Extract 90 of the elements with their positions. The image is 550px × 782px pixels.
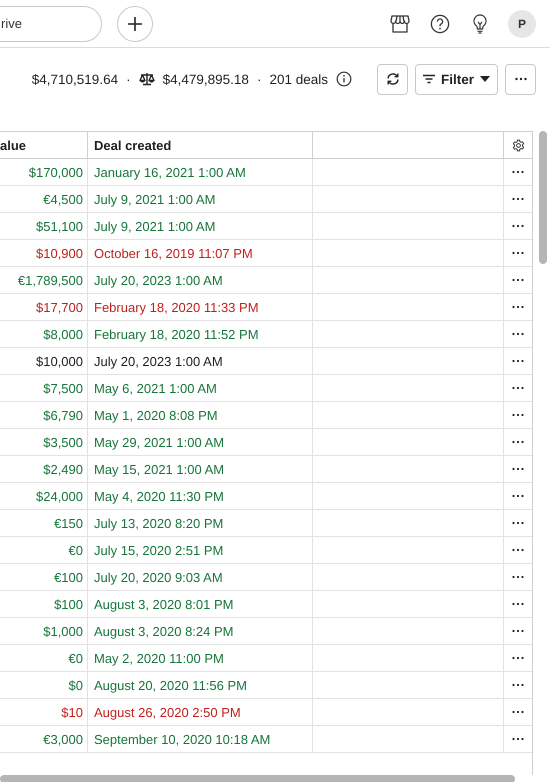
table-cell: July 20, 2020 9:03 AM [88,564,313,590]
table-cell: August 20, 2020 11:56 PM [88,672,313,698]
more-icon [512,575,524,579]
sync-icon [386,72,400,86]
table-cell: $0 [0,672,88,698]
table-cell: $7,500 [0,375,88,401]
table-cell: $1,000 [0,618,88,644]
table-cell: $8,000 [0,321,88,347]
more-icon [512,440,524,444]
table-cell: $6,790 [0,402,88,428]
weighted-value: $4,479,895.18 [162,72,249,86]
more-icon [512,710,524,714]
table-cell: July 20, 2023 1:00 AM [88,267,313,293]
filter-icon [422,74,435,84]
storefront-icon [390,14,410,32]
help-icon [430,14,450,34]
table-cell: $24,000 [0,483,88,509]
horizontal-scrollbar[interactable] [0,775,515,782]
balance-scale-icon [138,72,155,86]
more-icon [512,521,524,525]
table-cell: $10 [0,699,88,725]
table-cell: July 15, 2020 2:51 PM [88,537,313,563]
more-icon [512,332,524,336]
table-cell: €0 [0,645,88,671]
table-cell: €150 [0,510,88,536]
column-header[interactable]: Deal created [88,132,313,158]
more-icon [512,251,524,255]
more-icon [512,629,524,633]
table-cell: July 20, 2023 1:00 AM [88,348,313,374]
table-cell: €1,789,500 [0,267,88,293]
more-icon [512,467,524,471]
table-cell: $10,900 [0,240,88,266]
caret-icon [480,76,490,82]
table-cell: $2,490 [0,456,88,482]
more-icon [512,305,524,309]
table-cell: January 16, 2021 1:00 AM [88,159,313,185]
more-icon [512,224,524,228]
more-icon [512,278,524,282]
table-cell: $100 [0,591,88,617]
more-icon [512,386,524,390]
summary-value: $4,710,519.64 [32,72,118,86]
table-cell: May 4, 2020 11:30 PM [88,483,313,509]
more-icon [512,359,524,363]
plus-icon [126,14,144,32]
summary-value: 201 deals [269,72,328,86]
more-icon [512,656,524,660]
sync-button[interactable] [377,64,408,94]
more-icon [512,170,524,174]
separator-dot: · [256,72,262,86]
table-cell: August 3, 2020 8:01 PM [88,591,313,617]
more-icon [512,548,524,552]
info-icon[interactable] [336,71,352,87]
more-icon [512,602,524,606]
lightbulb-icon [472,14,488,34]
table-cell: February 18, 2020 11:52 PM [88,321,313,347]
more-icon [512,494,524,498]
more-icon [512,413,524,417]
table-cell: May 1, 2020 8:08 PM [88,402,313,428]
table-cell: July 9, 2021 1:00 AM [88,186,313,212]
more-icon [512,683,524,687]
add-button[interactable] [117,6,153,42]
more-icon [512,197,524,201]
table-cell: July 13, 2020 8:20 PM [88,510,313,536]
table-cell: May 6, 2021 1:00 AM [88,375,313,401]
table-cell: €3,000 [0,726,88,752]
table-cell: May 29, 2021 1:00 AM [88,429,313,455]
table-cell: August 26, 2020 2:50 PM [88,699,313,725]
column-header[interactable]: alue [0,132,88,158]
table-cell: €4,500 [0,186,88,212]
table-cell: $170,000 [0,159,88,185]
avatar[interactable]: P [508,10,536,38]
table-cell: February 18, 2020 11:33 PM [88,294,313,320]
more-icon [512,737,524,741]
search-field[interactable]: rive [0,6,102,42]
table-cell: May 2, 2020 11:00 PM [88,645,313,671]
table-cell: October 16, 2019 11:07 PM [88,240,313,266]
table-cell: $10,000 [0,348,88,374]
table-cell: July 9, 2021 1:00 AM [88,213,313,239]
table-cell: May 15, 2021 1:00 AM [88,456,313,482]
separator-dot: · [126,72,131,86]
filter-button[interactable]: Filter [415,64,498,94]
table-cell: September 10, 2020 10:18 AM [88,726,313,752]
table-cell: $51,100 [0,213,88,239]
table-cell: $17,700 [0,294,88,320]
table-cell: €100 [0,564,88,590]
settings-icon[interactable] [512,138,524,152]
more-icon [514,77,526,81]
table-cell: €0 [0,537,88,563]
table-cell: August 3, 2020 8:24 PM [88,618,313,644]
table-cell: $3,500 [0,429,88,455]
